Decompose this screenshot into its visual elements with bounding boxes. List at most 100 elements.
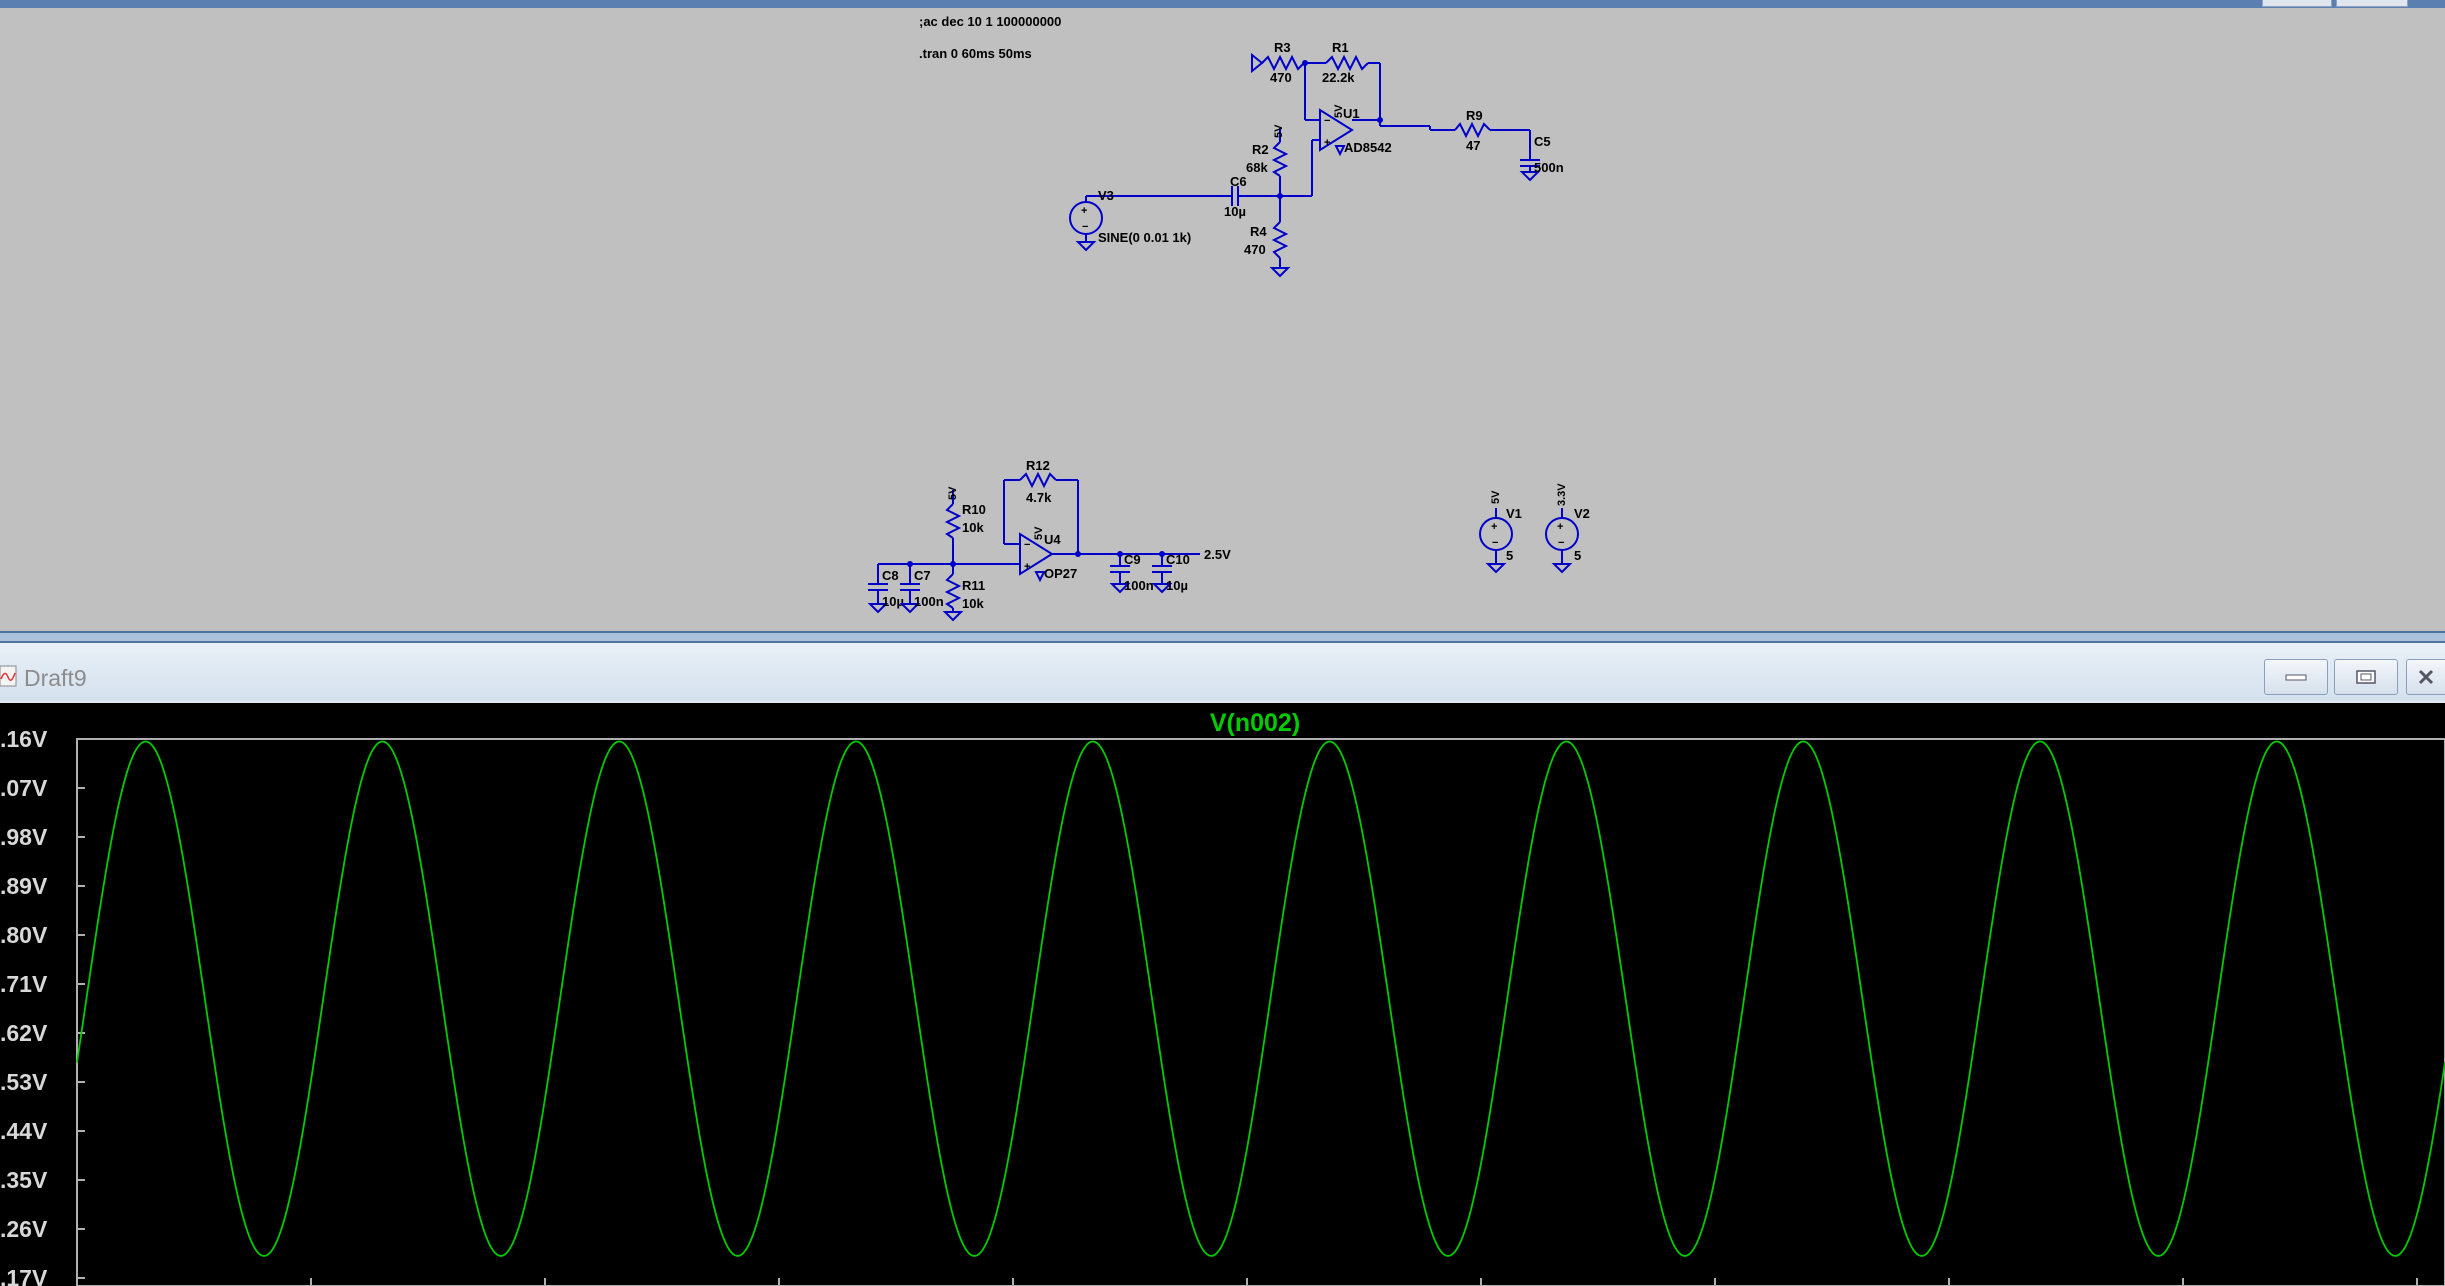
voltage-source-v1[interactable]: + − 5V V1 5 [1479,490,1522,574]
svg-text:+: + [1491,521,1497,533]
u1-name: U1 [1343,106,1360,121]
u1-supply: 5V [1333,104,1345,118]
u4-supply: 5V [1033,526,1045,540]
y-tick-label: .53V [0,1069,48,1095]
trace-v-n002[interactable] [76,740,2445,1257]
waveform-window[interactable]: Draft9 V(n002) .16V .07V .98V .89V .80V .71V.… [0,643,2445,1286]
capacitor-c8[interactable]: C8 10µ [867,564,904,614]
resistor-r2[interactable]: R2 68k 5V [1246,124,1289,196]
c10-name: C10 [1166,552,1190,567]
r9-name: R9 [1466,108,1483,123]
capacitor-c6[interactable]: C6 10µ [1086,174,1280,219]
y-tick-label: .35V [0,1167,48,1193]
svg-text:+: + [1024,561,1030,573]
y-tick-label: .98V [0,824,48,850]
r3-value: 470 [1270,70,1292,85]
r11-name: R11 [962,578,985,593]
y-axis: .16V .07V .98V .89V .80V .71V .62V .53V .44V .35V… [0,726,85,1286]
resistor-r9[interactable]: R9 47 [1454,108,1491,153]
v3-value: SINE(0 0.01 1k) [1098,230,1191,245]
y-tick-label: .89V [0,873,48,899]
v1-name: V1 [1506,506,1522,521]
svg-text:−: − [1324,115,1330,127]
ground-icon [1251,52,1264,74]
c7-value: 100n [914,594,944,609]
c5-value: 500n [1534,160,1564,175]
r10-supply: 5V [947,486,959,500]
trace-title[interactable]: V(n002) [1210,709,1300,737]
y-tick-label: .80V [0,922,48,948]
resistor-r12[interactable]: R12 4.7k [1004,458,1078,505]
net-label-2v5[interactable]: 2.5V [1204,547,1231,562]
r12-name: R12 [1026,458,1050,473]
y-tick-label: .62V [0,1020,48,1046]
minimize-icon [2285,674,2307,681]
r11-value: 10k [962,596,984,611]
y-tick-label: .17V [0,1265,48,1286]
svg-text:−: − [1024,539,1030,551]
v2-name: V2 [1574,506,1590,521]
voltage-source-v3[interactable]: + − V3 SINE(0 0.01 1k) [1069,188,1191,252]
resistor-r3[interactable]: R3 470 [1261,40,1305,85]
tran-directive[interactable]: .tran 0 60ms 50ms [919,46,1032,61]
close-icon [2418,669,2434,685]
v1-net: 5V [1490,490,1502,504]
c7-name: C7 [914,568,931,583]
capacitor-c9[interactable]: C9 100n [1109,552,1154,594]
waveform-titlebar[interactable]: Draft9 [0,643,2445,701]
r4-value: 470 [1244,242,1266,257]
maximize-button[interactable] [2334,659,2398,695]
svg-text:+: + [1557,521,1563,533]
schematic-canvas[interactable]: ;ac dec 10 1 100000000 .tran 0 60ms 50ms… [0,0,2445,636]
c5-name: C5 [1534,134,1551,149]
maximize-icon [2356,670,2376,684]
svg-text:+: + [1324,137,1330,149]
ac-directive[interactable]: ;ac dec 10 1 100000000 [919,14,1061,29]
y-tick-label: .71V [0,971,48,997]
window-title: Draft9 [24,665,87,691]
resistor-r4[interactable]: R4 470 [1244,196,1291,278]
r3-name: R3 [1274,40,1291,55]
y-tick-label: .07V [0,775,48,801]
u4-value: OP27 [1044,566,1077,581]
u1-value: AD8542 [1344,140,1392,155]
capacitor-c7[interactable]: C7 100n [899,564,944,614]
r10-name: R10 [962,502,986,517]
r2-supply: 5V [1273,124,1285,138]
waveform-plot[interactable]: V(n002) .16V .07V .98V .89V .80V .71V .62V .53V… [0,703,2445,1286]
r1-value: 22.2k [1322,70,1355,85]
c9-value: 100n [1124,578,1154,593]
c6-value: 10µ [1224,204,1246,219]
svg-text:−: − [1082,221,1088,233]
r1-name: R1 [1332,40,1349,55]
minimize-button[interactable] [2264,659,2328,695]
v2-net: 3.3V [1556,483,1568,506]
r2-name: R2 [1252,142,1269,157]
y-tick-label: .26V [0,1216,48,1242]
r10-value: 10k [962,520,984,535]
y-tick-label: .44V [0,1118,48,1144]
resistor-r10[interactable]: R10 10k 5V [944,486,986,564]
v3-name: V3 [1098,188,1114,203]
c8-name: C8 [882,568,899,583]
close-button[interactable] [2406,659,2445,695]
waveform-icon [0,665,17,687]
voltage-source-v2[interactable]: + − 3.3V V2 5 [1545,483,1590,574]
y-tick-label: .16V [0,726,48,752]
x-axis [310,1278,2418,1286]
c9-name: C9 [1124,552,1141,567]
pane-splitter[interactable] [0,631,2445,643]
u4-name: U4 [1044,532,1061,547]
resistor-r11[interactable]: R11 10k [942,564,985,622]
c10-value: 10µ [1166,578,1188,593]
c8-value: 10µ [882,594,904,609]
r2-value: 68k [1246,160,1268,175]
resistor-r1[interactable]: R1 22.2k [1322,40,1369,85]
v1-value: 5 [1506,548,1513,563]
capacitor-c10[interactable]: C10 10µ [1151,552,1190,594]
v2-value: 5 [1574,548,1581,563]
r4-name: R4 [1250,224,1267,239]
svg-text:+: + [1081,205,1087,217]
capacitor-c5[interactable]: C5 500n [1519,134,1564,182]
c6-name: C6 [1230,174,1247,189]
